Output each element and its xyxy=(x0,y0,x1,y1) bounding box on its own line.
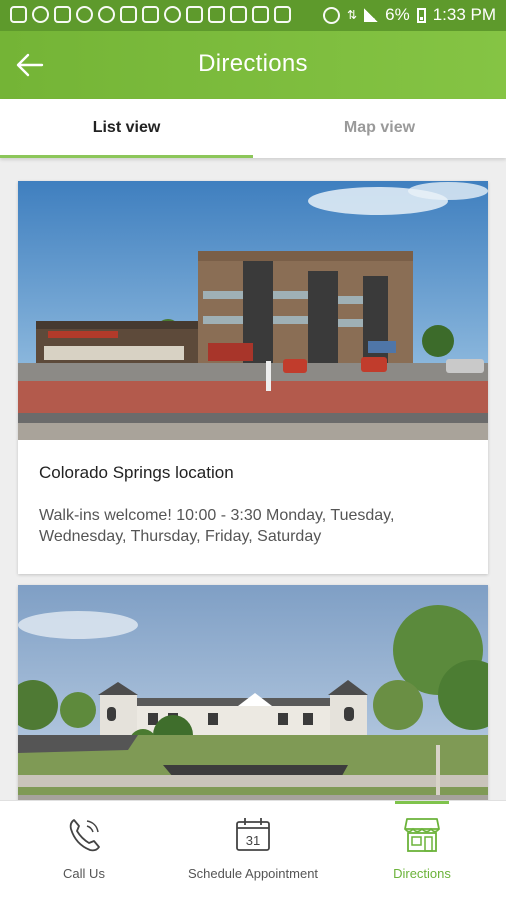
location-photo xyxy=(18,181,488,440)
nav-label: Call Us xyxy=(63,866,105,881)
alarm-icon xyxy=(323,6,341,24)
storefront-icon xyxy=(404,818,440,852)
signal-icon xyxy=(364,8,379,22)
voicemail-notification-icon xyxy=(208,6,225,23)
search-notification-icon xyxy=(164,6,181,23)
nav-schedule-appointment[interactable]: 31 Schedule Appointment xyxy=(169,801,337,901)
voicemail-notification-icon xyxy=(142,6,159,23)
location-card[interactable] xyxy=(18,585,488,800)
voicemail-notification-icon xyxy=(54,6,71,23)
locations-list[interactable]: Colorado Springs location Walk-ins welco… xyxy=(0,158,506,800)
battery-icon xyxy=(416,7,426,23)
system-indicators: ⇅ 6% 1:33 PM xyxy=(323,5,496,25)
voicemail-notification-icon xyxy=(230,6,247,23)
nav-label: Directions xyxy=(393,866,451,881)
message-notification-icon xyxy=(10,6,27,23)
voicemail-notification-icon xyxy=(274,6,291,23)
tab-map-view[interactable]: Map view xyxy=(253,99,506,158)
page-title: Directions xyxy=(198,50,308,77)
battery-percent: 6% xyxy=(385,5,410,24)
calendar-icon: 31 xyxy=(236,818,270,851)
data-icon: ⇅ xyxy=(347,8,358,22)
nav-label: Schedule Appointment xyxy=(187,866,319,881)
calendar-day: 31 xyxy=(246,833,260,848)
view-tabs: List view Map view xyxy=(0,99,506,158)
status-bar: ⇅ 6% 1:33 PM xyxy=(0,0,506,31)
voicemail-notification-icon xyxy=(252,6,269,23)
tab-list-view[interactable]: List view xyxy=(0,99,253,158)
search-notification-icon xyxy=(32,6,49,23)
nav-call-us[interactable]: Call Us xyxy=(0,801,168,901)
location-title: Colorado Springs location xyxy=(39,463,234,482)
location-card[interactable]: Colorado Springs location Walk-ins welco… xyxy=(18,181,488,574)
nav-directions[interactable]: Directions xyxy=(338,801,506,901)
location-notification-icon xyxy=(98,6,115,23)
phone-icon xyxy=(69,819,100,852)
bottom-navigation: Call Us 31 Schedule Appointment Directio… xyxy=(0,800,506,901)
notification-icons xyxy=(10,6,291,23)
app-bar: Directions xyxy=(0,31,506,99)
location-notification-icon xyxy=(76,6,93,23)
voicemail-notification-icon xyxy=(120,6,137,23)
location-hours: Walk-ins welcome! 10:00 - 3:30 Monday, T… xyxy=(39,507,395,545)
location-photo xyxy=(18,585,488,800)
clock: 1:33 PM xyxy=(432,5,496,24)
message-notification-icon xyxy=(186,6,203,23)
